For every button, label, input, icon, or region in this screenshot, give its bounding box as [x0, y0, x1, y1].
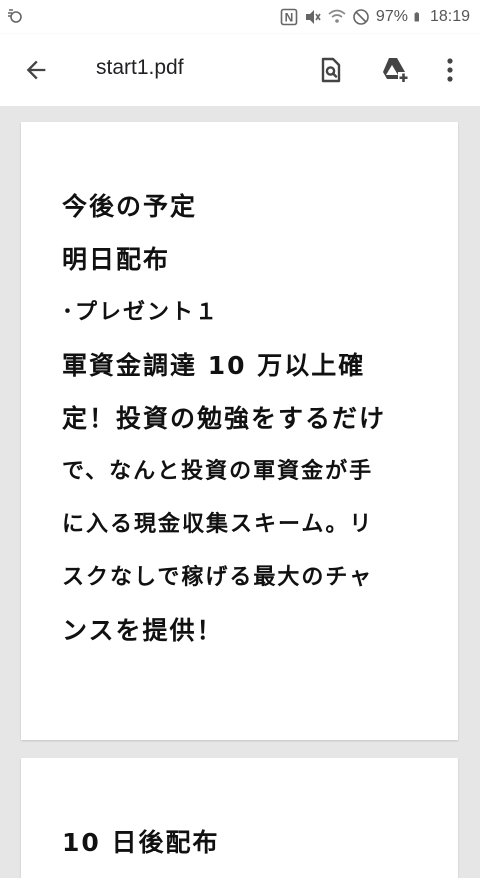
- svg-text:N: N: [285, 11, 294, 25]
- status-bar: N 97% 18:19: [0, 0, 480, 34]
- text-line: に入る現金収集スキーム。リ: [62, 512, 374, 537]
- back-arrow-icon[interactable]: [22, 56, 50, 84]
- pdf-page-1[interactable]: 今後の予定 明日配布 ･プレゼント１ 軍資金調達 10 万以上確 定！投資の勉強…: [21, 122, 458, 740]
- add-to-drive-icon[interactable]: [378, 54, 410, 86]
- do-not-disturb-icon: [353, 9, 369, 25]
- text-line: 10 日後配布: [62, 828, 220, 857]
- clock: 18:19: [429, 8, 470, 25]
- nfc-icon: N: [280, 8, 298, 26]
- find-in-page-icon[interactable]: [314, 54, 346, 86]
- text-line: 明日配布: [62, 245, 171, 274]
- wifi-icon: [328, 9, 346, 23]
- notification-icon: [8, 9, 22, 23]
- text-line: ･プレゼント１: [62, 300, 220, 325]
- mute-icon: [305, 10, 321, 24]
- battery-percent: 97%: [375, 8, 408, 25]
- text-line: 軍資金調達 10 万以上確: [62, 351, 366, 380]
- text-line: スクなしで稼げる最大のチャ: [62, 565, 374, 590]
- text-line: ンスを提供！: [62, 616, 224, 645]
- page-1-text: 今後の予定 明日配布 ･プレゼント１ 軍資金調達 10 万以上確 定！投資の勉強…: [62, 180, 434, 657]
- document-title: start1.pdf: [96, 56, 184, 79]
- pdf-page-2[interactable]: 10 日後配布: [21, 758, 458, 878]
- text-line: で、なんと投資の軍資金が手: [62, 459, 374, 484]
- app-bar: start1.pdf: [0, 34, 480, 106]
- text-line: 今後の予定: [62, 192, 198, 221]
- more-vert-icon[interactable]: [434, 54, 466, 86]
- page-2-text: 10 日後配布: [62, 816, 434, 869]
- text-line: 定！投資の勉強をするだけ: [62, 404, 387, 433]
- battery-icon: [414, 12, 419, 22]
